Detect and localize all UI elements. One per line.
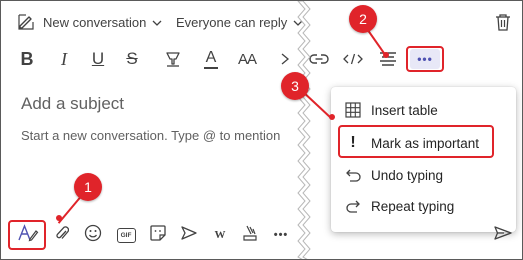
subject-field[interactable]: Add a subject bbox=[21, 94, 124, 114]
reply-setting-label: Everyone can reply bbox=[176, 15, 288, 30]
send-button[interactable] bbox=[491, 223, 515, 247]
font-size-icon: AA bbox=[237, 50, 257, 68]
step-badge-2: 2 bbox=[349, 5, 377, 33]
menu-item-insert-table[interactable]: Insert table bbox=[339, 95, 438, 125]
italic-button[interactable]: I bbox=[53, 45, 75, 73]
gif-button[interactable]: GIF bbox=[113, 223, 139, 247]
code-icon bbox=[343, 52, 363, 66]
more-apps-icon: ••• bbox=[273, 229, 289, 241]
redo-icon bbox=[339, 199, 367, 213]
attach-icon bbox=[55, 224, 70, 247]
gif-icon: GIF bbox=[116, 227, 136, 243]
step-badge-3: 3 bbox=[281, 72, 309, 100]
underline-button[interactable]: U bbox=[87, 45, 109, 73]
callout-dot-1 bbox=[56, 215, 62, 221]
menu-item-label: Undo typing bbox=[371, 167, 444, 183]
menu-item-repeat-typing[interactable]: Repeat typing bbox=[339, 191, 454, 221]
undo-icon bbox=[339, 168, 367, 182]
step-badge-1: 1 bbox=[74, 173, 102, 201]
praise-icon bbox=[242, 224, 258, 247]
wiki-button[interactable]: W bbox=[209, 223, 231, 247]
reply-setting-dropdown[interactable]: Everyone can reply bbox=[176, 15, 303, 30]
strikethrough-icon: S bbox=[126, 49, 138, 68]
menu-item-label: Repeat typing bbox=[371, 198, 455, 214]
menu-item-undo-typing[interactable]: Undo typing bbox=[339, 160, 443, 190]
attach-button[interactable] bbox=[51, 223, 73, 247]
schedule-meeting-icon bbox=[180, 225, 198, 246]
more-options-menu: Insert table ! Mark as important Undo ty… bbox=[331, 87, 516, 232]
conversation-type-label: New conversation bbox=[43, 15, 147, 30]
sticker-icon bbox=[149, 224, 167, 247]
new-conversation-icon bbox=[17, 13, 35, 36]
praise-button[interactable] bbox=[239, 223, 261, 247]
table-icon bbox=[339, 102, 367, 118]
schedule-meeting-button[interactable] bbox=[177, 223, 201, 247]
underline-icon: U bbox=[91, 49, 105, 68]
callout-dot-2 bbox=[383, 52, 389, 58]
callout-box-format bbox=[8, 220, 46, 250]
chevron-down-icon bbox=[152, 15, 162, 30]
send-icon bbox=[494, 225, 512, 246]
callout-box-more-options bbox=[406, 46, 444, 72]
highlight-button[interactable] bbox=[161, 45, 185, 73]
strikethrough-button[interactable]: S bbox=[121, 45, 143, 73]
sticker-button[interactable] bbox=[146, 223, 170, 247]
callout-box-mark-important bbox=[338, 125, 494, 158]
callout-dot-3 bbox=[329, 114, 335, 120]
bold-icon: B bbox=[20, 48, 34, 69]
emoji-button[interactable] bbox=[81, 223, 105, 247]
compose-window: New conversation Everyone can reply B I … bbox=[0, 0, 523, 260]
conversation-type-dropdown[interactable]: New conversation bbox=[43, 15, 162, 30]
more-apps-button[interactable]: ••• bbox=[269, 223, 293, 247]
wiki-icon: W bbox=[214, 229, 226, 241]
menu-item-label: Insert table bbox=[371, 102, 438, 118]
gif-label: GIF bbox=[120, 231, 132, 239]
italic-icon: I bbox=[61, 48, 67, 69]
message-body-field[interactable]: Start a new conversation. Type @ to ment… bbox=[21, 128, 280, 143]
font-color-button[interactable]: A bbox=[199, 45, 223, 73]
delete-icon[interactable] bbox=[495, 13, 511, 36]
code-button[interactable] bbox=[341, 45, 365, 73]
font-size-button[interactable]: AA bbox=[233, 45, 261, 73]
highlight-icon bbox=[164, 50, 182, 68]
font-color-icon: A bbox=[205, 48, 217, 66]
emoji-icon bbox=[84, 224, 102, 247]
bold-button[interactable]: B bbox=[15, 45, 39, 73]
torn-divider bbox=[286, 1, 316, 259]
